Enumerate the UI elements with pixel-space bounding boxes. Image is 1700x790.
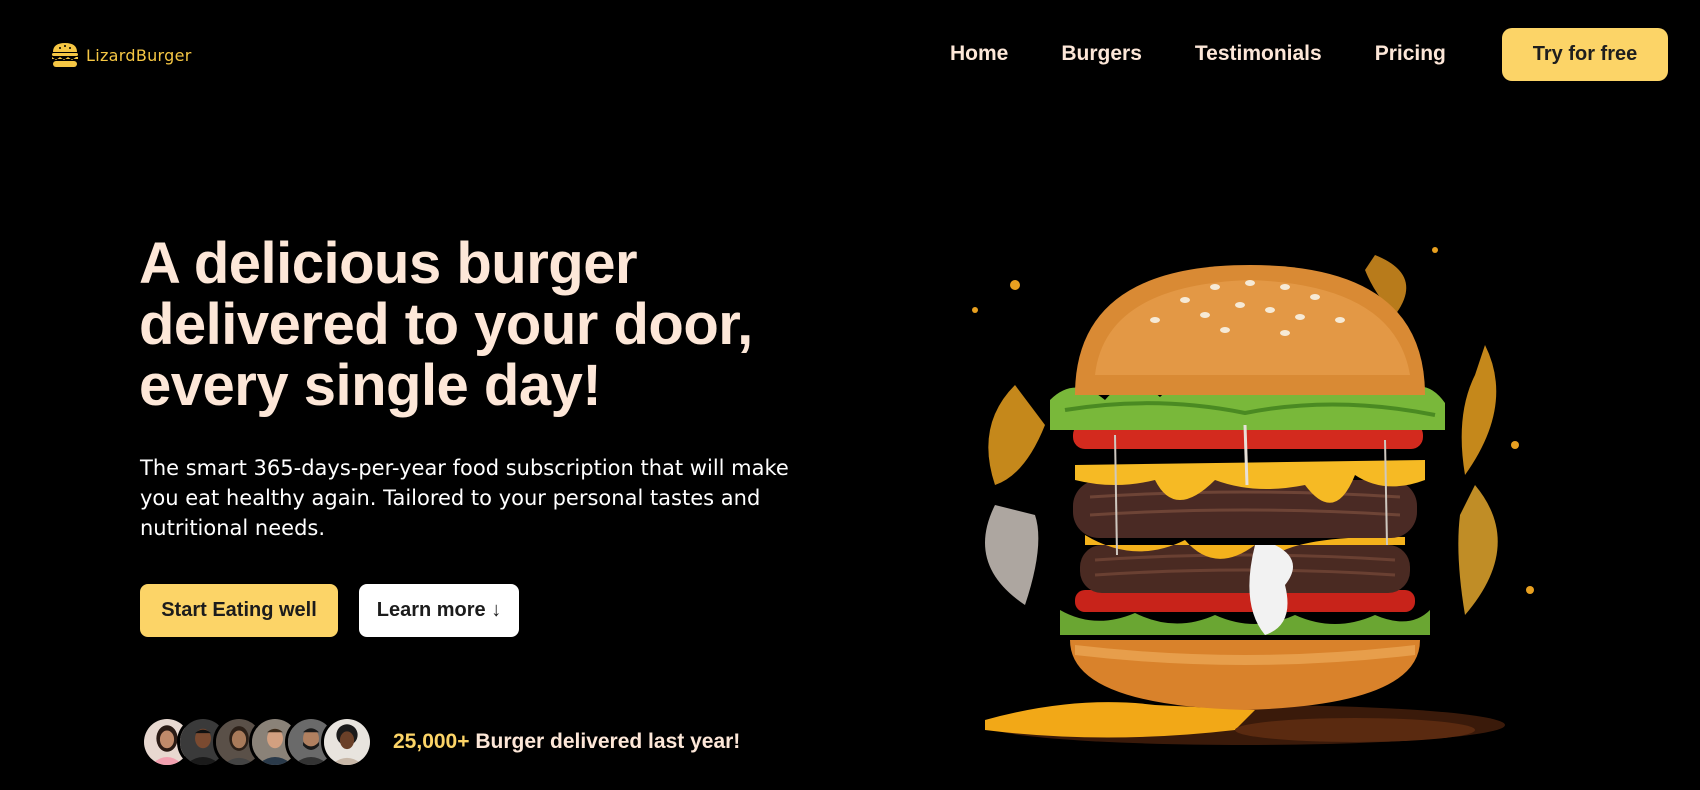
customer-avatars — [141, 716, 373, 768]
delivered-label: Burger delivered last year! — [469, 730, 741, 753]
landing-page: LizardBurger Home Burgers Testimonials P… — [0, 0, 1700, 790]
nav-link-home[interactable]: Home — [950, 39, 1008, 69]
try-for-free-button[interactable]: Try for free — [1502, 28, 1668, 81]
burger-icon — [52, 43, 78, 67]
hero-title: A delicious burger delivered to your doo… — [139, 233, 839, 416]
start-eating-button[interactable]: Start Eating well — [140, 584, 338, 637]
delivered-count: 25,000+ — [393, 730, 470, 753]
hero-subtitle: The smart 365-days-per-year food subscri… — [140, 456, 789, 540]
hero-title-line-3: every single day! — [139, 353, 602, 418]
avatar — [321, 716, 373, 768]
brand-name: LizardBurger — [86, 45, 192, 65]
burger-image — [972, 247, 1534, 745]
brand-logo[interactable]: LizardBurger — [50, 40, 192, 70]
learn-more-button[interactable]: Learn more ↓ — [359, 584, 519, 637]
nav-links: Home Burgers Testimonials Pricing — [950, 39, 1446, 69]
navbar: LizardBurger Home Burgers Testimonials P… — [0, 0, 1700, 110]
social-proof-text: 25,000+ Burger delivered last year! — [393, 730, 740, 754]
hero-buttons: Start Eating well Learn more ↓ — [140, 584, 519, 637]
hero-title-line-2: delivered to your door, — [139, 292, 753, 357]
social-proof: 25,000+ Burger delivered last year! — [141, 716, 740, 768]
hero-title-line-1: A delicious burger — [139, 231, 638, 296]
nav-link-testimonials[interactable]: Testimonials — [1195, 39, 1322, 69]
nav-link-pricing[interactable]: Pricing — [1375, 39, 1446, 69]
nav-link-burgers[interactable]: Burgers — [1061, 39, 1142, 69]
